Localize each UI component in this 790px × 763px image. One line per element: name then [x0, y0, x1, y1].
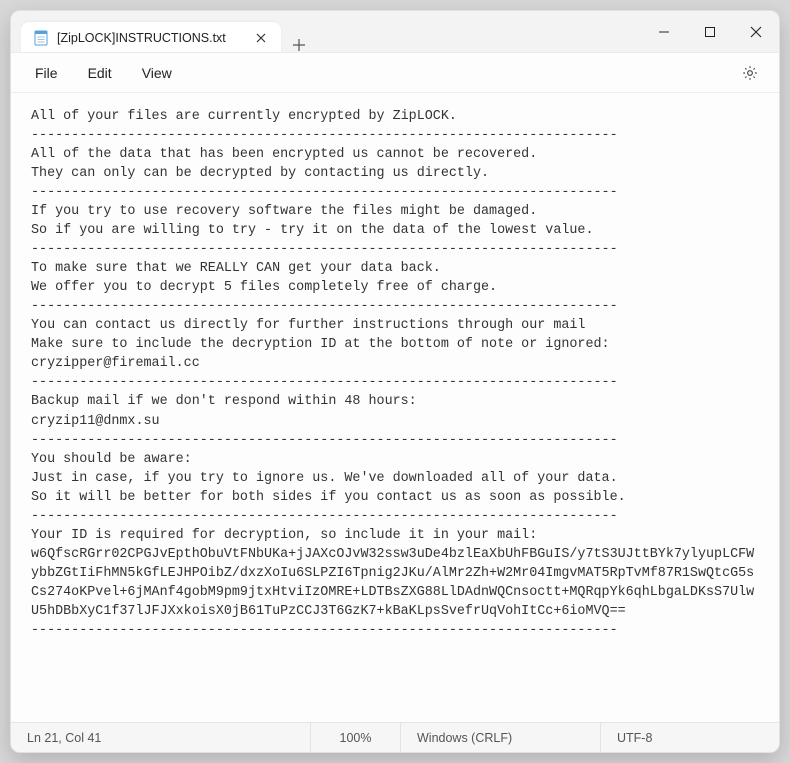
text-area[interactable]: All of your files are currently encrypte…: [11, 93, 779, 722]
titlebar: [ZipLOCK]INSTRUCTIONS.txt: [11, 11, 779, 53]
notepad-icon: [33, 30, 49, 46]
minimize-button[interactable]: [641, 11, 687, 52]
statusbar: Ln 21, Col 41 100% Windows (CRLF) UTF-8: [11, 722, 779, 752]
window-controls: [641, 11, 779, 52]
tab-strip: [ZipLOCK]INSTRUCTIONS.txt: [11, 11, 317, 52]
settings-button[interactable]: [733, 56, 767, 90]
close-button[interactable]: [733, 11, 779, 52]
tab-close-button[interactable]: [253, 30, 269, 46]
titlebar-drag-region[interactable]: [317, 11, 641, 52]
menubar: File Edit View: [11, 53, 779, 93]
maximize-button[interactable]: [687, 11, 733, 52]
tab-active[interactable]: [ZipLOCK]INSTRUCTIONS.txt: [21, 22, 281, 52]
status-cursor-position: Ln 21, Col 41: [11, 723, 311, 752]
tab-title: [ZipLOCK]INSTRUCTIONS.txt: [57, 31, 245, 45]
menu-file[interactable]: File: [23, 59, 70, 87]
notepad-window: [ZipLOCK]INSTRUCTIONS.txt File Edit: [10, 10, 780, 753]
status-line-ending[interactable]: Windows (CRLF): [401, 723, 601, 752]
status-encoding[interactable]: UTF-8: [601, 723, 779, 752]
menu-view[interactable]: View: [130, 59, 184, 87]
menu-edit[interactable]: Edit: [76, 59, 124, 87]
status-zoom[interactable]: 100%: [311, 723, 401, 752]
new-tab-button[interactable]: [281, 38, 317, 52]
